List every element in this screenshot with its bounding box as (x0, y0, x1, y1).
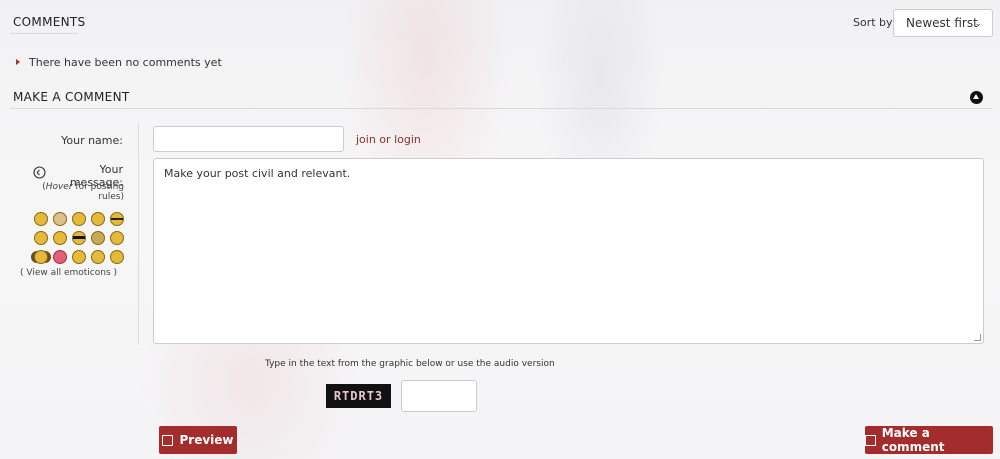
name-label: Your name: (61, 134, 123, 147)
neutral-icon[interactable] (91, 212, 105, 226)
make-comment-button[interactable]: Make a comment (865, 426, 993, 454)
bullet-icon (16, 59, 20, 65)
rules-info-icon[interactable] (33, 164, 47, 179)
eyeroll-icon[interactable] (110, 250, 124, 264)
message-textarea[interactable]: Make your post civil and relevant. (153, 158, 984, 344)
preview-icon (162, 434, 174, 446)
make-comment-divider (10, 108, 992, 109)
hover-rest: for posting rules) (72, 182, 124, 202)
preview-button[interactable]: Preview (159, 426, 237, 454)
join-login-text: join or login (356, 133, 421, 146)
make-comment-button-label: Make a comment (881, 426, 945, 454)
comments-title-underline (10, 33, 78, 34)
captcha-instruction: Type in the text from the graphic below … (265, 359, 555, 369)
resize-handle[interactable] (974, 334, 981, 341)
captcha-input[interactable] (401, 380, 477, 412)
make-comment-title: MAKE A COMMENT (13, 90, 130, 104)
name-input[interactable] (153, 126, 344, 152)
chevron-down-icon: ⌄ (974, 19, 982, 29)
cool-icon[interactable] (110, 212, 124, 226)
blush-icon[interactable] (91, 250, 105, 264)
heart-icon[interactable] (53, 250, 67, 264)
comment-icon (865, 434, 876, 446)
tongue-icon[interactable] (53, 231, 67, 245)
login-link[interactable]: login (394, 133, 421, 146)
message-text: Make your post civil and relevant. (164, 167, 351, 180)
grin-icon[interactable] (53, 212, 67, 226)
emoticon-grid (34, 212, 126, 264)
posting-rules-hint[interactable]: (Hover for posting rules) (18, 182, 124, 202)
collapse-icon[interactable] (970, 91, 983, 104)
captcha-text: RTDRT3 (333, 389, 384, 403)
captcha-image: RTDRT3 (326, 384, 391, 408)
sunglasses-icon[interactable] (72, 231, 86, 245)
smile-icon[interactable] (34, 212, 48, 226)
preview-button-label: Preview (179, 433, 234, 447)
sad-icon[interactable] (72, 212, 86, 226)
sort-label: Sort by (853, 16, 893, 29)
shocked-icon[interactable] (72, 250, 86, 264)
wink-icon[interactable] (34, 231, 48, 245)
no-comments-text: There have been no comments yet (29, 56, 222, 69)
laugh-icon[interactable] (110, 231, 124, 245)
comments-title: COMMENTS (13, 15, 86, 29)
form-column-divider (138, 123, 139, 345)
join-link[interactable]: join or (356, 133, 394, 146)
sort-select[interactable]: Newest first ⌄ (893, 9, 993, 37)
headphones-icon[interactable] (34, 250, 48, 264)
confused-icon[interactable] (91, 231, 105, 245)
hover-word: Hover (45, 182, 73, 192)
view-emoticons-link[interactable]: ( View all emoticons ) (20, 268, 117, 278)
sort-select-value: Newest first (906, 16, 978, 30)
